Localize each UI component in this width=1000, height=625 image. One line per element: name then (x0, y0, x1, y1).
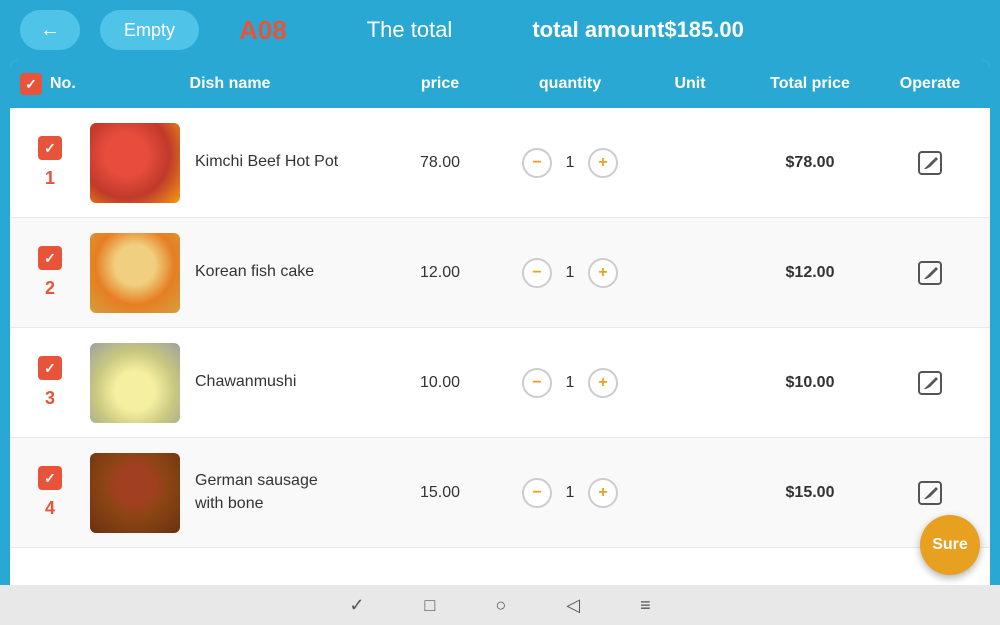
qty-increase-3[interactable]: + (588, 368, 618, 398)
dish-info-1: Kimchi Beef Hot Pot (80, 123, 380, 203)
dish-name-1: Kimchi Beef Hot Pot (195, 151, 338, 173)
dish-name-3: Chawanmushi (195, 371, 296, 393)
price-3: 10.00 (380, 374, 500, 392)
row-num-3: 3 (45, 388, 55, 409)
nav-menu-icon[interactable]: ≡ (640, 595, 651, 616)
edit-button-2[interactable] (916, 259, 944, 287)
qty-decrease-3[interactable]: − (522, 368, 552, 398)
dish-image-2 (90, 233, 180, 313)
qty-increase-4[interactable]: + (588, 478, 618, 508)
row-checkbox-col: 2 (20, 246, 80, 299)
qty-decrease-2[interactable]: − (522, 258, 552, 288)
dish-info-3: Chawanmushi (80, 343, 380, 423)
total-label: The total (367, 17, 453, 43)
operate-col-4 (880, 479, 980, 507)
row-checkbox-4[interactable] (38, 466, 62, 490)
row-checkbox-2[interactable] (38, 246, 62, 270)
row-num-4: 4 (45, 498, 55, 519)
header-quantity: quantity (500, 75, 640, 93)
header-checkbox[interactable] (20, 73, 42, 95)
nav-circle-icon[interactable]: ○ (495, 595, 506, 616)
table-body: 1 Kimchi Beef Hot Pot 78.00 − 1 + $78.00 (10, 108, 990, 595)
operate-col-1 (880, 149, 980, 177)
header-price: price (380, 75, 500, 93)
qty-decrease-4[interactable]: − (522, 478, 552, 508)
qty-increase-2[interactable]: + (588, 258, 618, 288)
nav-back-icon[interactable]: ◁ (566, 595, 580, 616)
row-checkbox-1[interactable] (38, 136, 62, 160)
watermark: www.gpossys.com (793, 565, 900, 580)
operate-col-2 (880, 259, 980, 287)
qty-value-2: 1 (560, 264, 580, 282)
edit-button-1[interactable] (916, 149, 944, 177)
header-dish-name: Dish name (80, 75, 380, 93)
header-no: No. (20, 73, 80, 95)
table-row: 4 German sausagewith bone 15.00 − 1 + $1… (10, 438, 990, 548)
header-operate: Operate (880, 75, 980, 93)
table-row: 2 Korean fish cake 12.00 − 1 + $12.00 (10, 218, 990, 328)
total-amount: total amount$185.00 (532, 17, 744, 43)
qty-value-4: 1 (560, 484, 580, 502)
header-total-price: Total price (740, 75, 880, 93)
operate-col-3 (880, 369, 980, 397)
row-num-1: 1 (45, 168, 55, 189)
price-4: 15.00 (380, 484, 500, 502)
row-checkbox-col: 3 (20, 356, 80, 409)
dish-name-4: German sausagewith bone (195, 470, 318, 515)
row-checkbox-3[interactable] (38, 356, 62, 380)
back-button[interactable]: ← (20, 10, 80, 50)
quantity-col-3: − 1 + (500, 368, 640, 398)
dish-name-2: Korean fish cake (195, 261, 314, 283)
quantity-col-1: − 1 + (500, 148, 640, 178)
quantity-col-4: − 1 + (500, 478, 640, 508)
dish-image-3 (90, 343, 180, 423)
table-id: A08 (239, 15, 287, 46)
dish-image-4 (90, 453, 180, 533)
total-price-3: $10.00 (740, 374, 880, 392)
table-header: No. Dish name price quantity Unit Total … (10, 60, 990, 108)
price-2: 12.00 (380, 264, 500, 282)
dish-info-4: German sausagewith bone (80, 453, 380, 533)
qty-value-3: 1 (560, 374, 580, 392)
table-row: 1 Kimchi Beef Hot Pot 78.00 − 1 + $78.00 (10, 108, 990, 218)
quantity-col-2: − 1 + (500, 258, 640, 288)
bottom-nav: ✓ □ ○ ◁ ≡ (0, 585, 1000, 625)
header-unit: Unit (640, 75, 740, 93)
nav-square-icon[interactable]: □ (424, 595, 435, 616)
edit-button-4[interactable] (916, 479, 944, 507)
dish-info-2: Korean fish cake (80, 233, 380, 313)
empty-button[interactable]: Empty (100, 10, 199, 50)
nav-check-icon[interactable]: ✓ (349, 595, 364, 616)
qty-increase-1[interactable]: + (588, 148, 618, 178)
edit-button-3[interactable] (916, 369, 944, 397)
qty-value-1: 1 (560, 154, 580, 172)
total-price-1: $78.00 (740, 154, 880, 172)
dish-image-1 (90, 123, 180, 203)
total-price-2: $12.00 (740, 264, 880, 282)
price-1: 78.00 (380, 154, 500, 172)
qty-decrease-1[interactable]: − (522, 148, 552, 178)
top-bar: ← Empty A08 The total total amount$185.0… (0, 0, 1000, 60)
row-num-2: 2 (45, 278, 55, 299)
row-checkbox-col: 4 (20, 466, 80, 519)
total-price-4: $15.00 (740, 484, 880, 502)
main-content: No. Dish name price quantity Unit Total … (10, 60, 990, 595)
row-checkbox-col: 1 (20, 136, 80, 189)
sure-button[interactable]: Sure (920, 515, 980, 575)
table-row: 3 Chawanmushi 10.00 − 1 + $10.00 (10, 328, 990, 438)
